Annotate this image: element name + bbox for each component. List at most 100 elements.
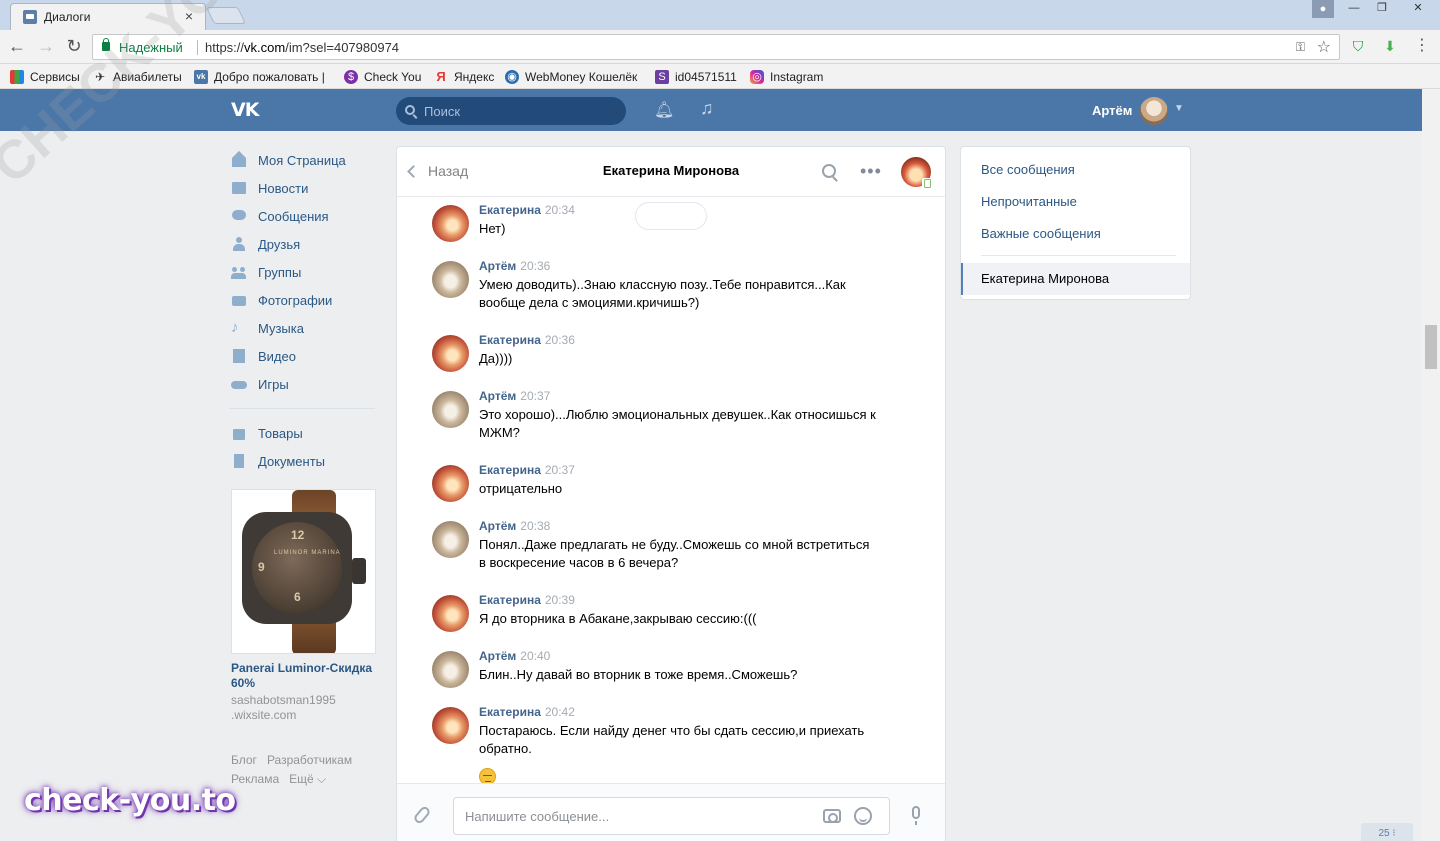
- message-input[interactable]: [465, 807, 805, 825]
- nav-label: Документы: [258, 453, 326, 469]
- url-text[interactable]: https://vk.com/im?sel=407980974: [205, 40, 399, 55]
- message-author[interactable]: Екатерина: [479, 333, 541, 347]
- nav-video[interactable]: Видео: [229, 342, 379, 370]
- message-author[interactable]: Артём: [479, 519, 516, 533]
- nav-goods[interactable]: Товары: [229, 419, 379, 447]
- tab-close-icon[interactable]: ×: [185, 8, 193, 24]
- browser-menu-icon[interactable]: ⋮: [1414, 38, 1430, 54]
- message-time[interactable]: 20:42: [545, 705, 575, 719]
- ad-title[interactable]: Panerai Luminor-Скидка 60%: [231, 661, 376, 691]
- shield-extension-icon[interactable]: ⛉: [1350, 38, 1366, 54]
- bookmark-vk[interactable]: vk Добро пожаловать |: [194, 68, 325, 85]
- footer-ads-link[interactable]: Реклама: [231, 772, 279, 786]
- message-avatar[interactable]: [432, 465, 469, 502]
- search-input[interactable]: [424, 102, 614, 120]
- message-avatar[interactable]: [432, 707, 469, 744]
- bookmark-webmoney[interactable]: ◉ WebMoney Кошелёк: [505, 68, 637, 85]
- message-avatar[interactable]: [432, 261, 469, 298]
- forward-arrow-icon[interactable]: →: [35, 36, 57, 58]
- footer-blog-link[interactable]: Блог: [231, 753, 257, 767]
- nav-my-page[interactable]: Моя Страница: [229, 146, 379, 174]
- message-author[interactable]: Екатерина: [479, 463, 541, 477]
- new-tab-button[interactable]: [206, 7, 246, 24]
- minimize-button[interactable]: —: [1340, 0, 1368, 18]
- message-time[interactable]: 20:36: [520, 259, 550, 273]
- chat-header: Назад Екатерина Миронова •••: [397, 147, 945, 197]
- plane-icon: ✈: [94, 69, 106, 84]
- message-time[interactable]: 20:37: [545, 463, 575, 477]
- key-icon[interactable]: ⚿: [1296, 40, 1305, 55]
- nav-groups[interactable]: Группы: [229, 258, 379, 286]
- filter-all-messages[interactable]: Все сообщения: [981, 162, 1075, 177]
- nav-games[interactable]: Игры: [229, 370, 379, 398]
- chevron-down-icon[interactable]: ▼: [1174, 103, 1184, 114]
- footer-more-link[interactable]: Ещё ⌵: [289, 772, 326, 786]
- message-field[interactable]: [453, 797, 890, 835]
- browser-tab[interactable]: Диалоги ×: [10, 3, 206, 30]
- message-time[interactable]: 20:40: [520, 649, 550, 663]
- nav-news[interactable]: Новости: [229, 174, 379, 202]
- message-time[interactable]: 20:39: [545, 593, 575, 607]
- message-history[interactable]: Екатерина 20:34 Нет) Артём 20:36 Умею дово…: [397, 198, 945, 784]
- message-avatar[interactable]: [432, 651, 469, 688]
- corner-badge[interactable]: 25 ⁝: [1361, 823, 1413, 841]
- vk-logo[interactable]: VK: [231, 99, 259, 121]
- search-box[interactable]: [396, 97, 626, 125]
- address-bar-row: ← → ↻ Надежный https://vk.com/im?sel=407…: [0, 30, 1440, 64]
- nav-photos[interactable]: Фотографии: [229, 286, 379, 314]
- nav-label: Сообщения: [258, 208, 329, 224]
- message-time[interactable]: 20:34: [545, 203, 575, 217]
- profile-icon[interactable]: ●: [1312, 0, 1334, 18]
- omnibox[interactable]: Надежный https://vk.com/im?sel=407980974…: [92, 34, 1340, 60]
- paperclip-icon[interactable]: [412, 804, 432, 826]
- message-author[interactable]: Артём: [479, 649, 516, 663]
- bookmark-checkyou[interactable]: $ Check You: [344, 68, 421, 85]
- message-time[interactable]: 20:36: [545, 333, 575, 347]
- bookmark-instagram[interactable]: ◎ Instagram: [750, 68, 823, 85]
- advertisement: 12 9 6 LUMINOR MARINA Panerai Luminor-Ск…: [231, 489, 376, 723]
- message-author[interactable]: Екатерина: [479, 705, 541, 719]
- filter-important[interactable]: Важные сообщения: [981, 226, 1101, 241]
- message-avatar[interactable]: [432, 521, 469, 558]
- download-extension-icon[interactable]: ⬇: [1382, 38, 1398, 54]
- ad-watch-image[interactable]: 12 9 6 LUMINOR MARINA: [231, 489, 376, 654]
- smile-icon[interactable]: [854, 807, 872, 825]
- bookmark-yandex[interactable]: Я Яндекс: [434, 68, 494, 85]
- bookmark-id[interactable]: Sid04571511: [655, 68, 737, 85]
- message-author[interactable]: Екатерина: [479, 593, 541, 607]
- message-time[interactable]: 20:38: [520, 519, 550, 533]
- message-avatar[interactable]: [432, 595, 469, 632]
- reload-icon[interactable]: ↻: [63, 36, 85, 58]
- active-dialog-item[interactable]: Екатерина Миронова: [961, 263, 1190, 295]
- message-avatar[interactable]: [432, 391, 469, 428]
- message-author[interactable]: Екатерина: [479, 203, 541, 217]
- message-author[interactable]: Артём: [479, 259, 516, 273]
- header-user-name[interactable]: Артём: [1092, 103, 1132, 118]
- more-actions-icon[interactable]: •••: [860, 161, 882, 182]
- restore-button[interactable]: ❐: [1368, 0, 1396, 18]
- header-user-avatar[interactable]: [1140, 97, 1168, 125]
- bookmark-star-icon[interactable]: ☆: [1317, 37, 1331, 57]
- microphone-icon[interactable]: [912, 806, 920, 825]
- nav-messages[interactable]: Сообщения: [229, 202, 379, 230]
- message-time[interactable]: 20:37: [520, 389, 550, 403]
- chat-search-icon[interactable]: [822, 164, 836, 178]
- filter-unread[interactable]: Непрочитанные: [981, 194, 1077, 209]
- message-avatar[interactable]: [432, 205, 469, 242]
- music-note-icon[interactable]: ♫: [700, 98, 714, 119]
- footer-developers-link[interactable]: Разработчикам: [267, 753, 352, 767]
- message-author[interactable]: Артём: [479, 389, 516, 403]
- bookmark-services[interactable]: Сервисы: [10, 68, 80, 85]
- back-button[interactable]: Назад: [407, 163, 468, 179]
- notifications-bell-icon[interactable]: 🔔︎: [654, 100, 674, 120]
- bookmark-avia[interactable]: ✈ Авиабилеты: [93, 68, 182, 85]
- nav-friends[interactable]: Друзья: [229, 230, 379, 258]
- nav-music[interactable]: ♪ Музыка: [229, 314, 379, 342]
- message-avatar[interactable]: [432, 335, 469, 372]
- back-arrow-icon[interactable]: ←: [6, 36, 28, 58]
- camera-icon[interactable]: [823, 809, 841, 823]
- scrollbar-thumb[interactable]: [1425, 325, 1437, 369]
- close-window-button[interactable]: ✕: [1396, 0, 1440, 18]
- nav-documents[interactable]: Документы: [229, 447, 379, 475]
- page-scrollbar[interactable]: [1422, 89, 1440, 841]
